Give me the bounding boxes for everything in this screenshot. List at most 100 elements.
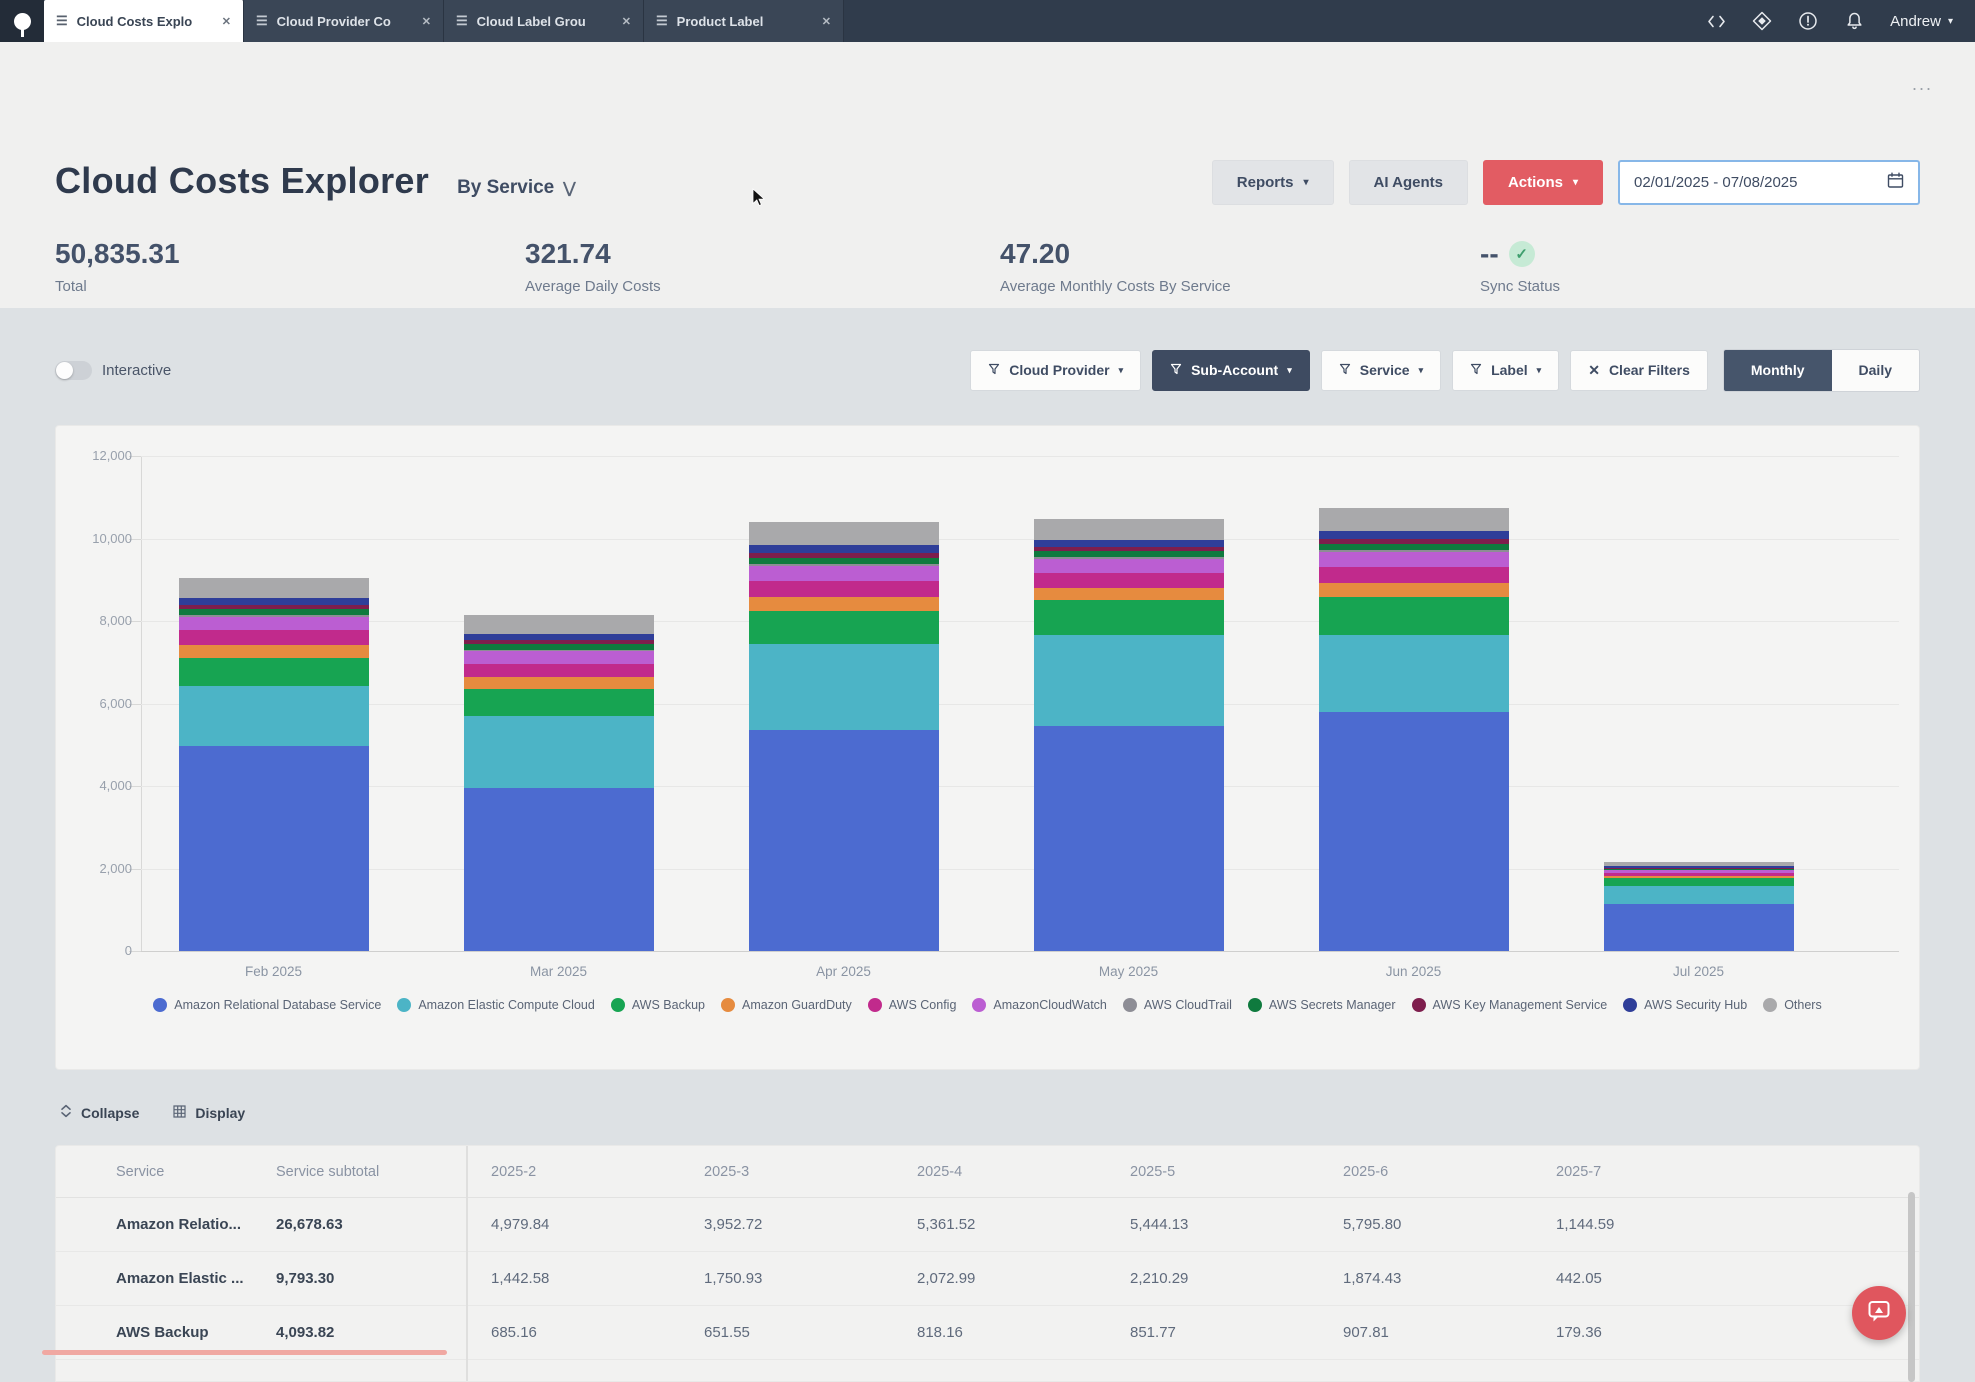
bar-segment-aws-config[interactable] <box>179 630 369 645</box>
bar-segment-others[interactable] <box>179 578 369 598</box>
legend-dot <box>397 998 411 1012</box>
legend-item-amazoncloudwatch[interactable]: AmazonCloudWatch <box>972 998 1106 1012</box>
bar-segment-aws-backup[interactable] <box>1604 878 1794 885</box>
stacked-bar-jul-2025[interactable] <box>1604 862 1794 951</box>
app-logo[interactable] <box>0 0 44 42</box>
bar-segment-amazoncloudwatch[interactable] <box>1034 559 1224 573</box>
legend-item-aws-cloudtrail[interactable]: AWS CloudTrail <box>1123 998 1232 1012</box>
vertical-scrollbar[interactable] <box>1908 1192 1915 1382</box>
bar-segment-aws-security-hub[interactable] <box>749 545 939 553</box>
bar-segment-amazon-elastic-compute-cloud[interactable] <box>1034 635 1224 726</box>
bar-segment-aws-config[interactable] <box>749 581 939 597</box>
bar-segment-amazon-elastic-compute-cloud[interactable] <box>1319 635 1509 712</box>
collapse-button[interactable]: Collapse <box>60 1104 139 1121</box>
legend-item-amazon-relational-database-service[interactable]: Amazon Relational Database Service <box>153 998 381 1012</box>
bar-segment-amazon-guardduty[interactable] <box>1319 583 1509 597</box>
stacked-bar-apr-2025[interactable] <box>749 522 939 951</box>
calendar-icon[interactable] <box>1887 172 1904 194</box>
chat-support-button[interactable] <box>1852 1286 1906 1340</box>
legend-item-aws-security-hub[interactable]: AWS Security Hub <box>1623 998 1747 1012</box>
bar-segment-aws-security-hub[interactable] <box>179 598 369 605</box>
bar-segment-amazon-relational-database-service[interactable] <box>1604 904 1794 951</box>
actions-button[interactable]: Actions ▾ <box>1483 160 1603 205</box>
reports-button[interactable]: Reports ▾ <box>1212 160 1334 205</box>
bar-segment-aws-security-hub[interactable] <box>464 634 654 641</box>
legend-item-aws-config[interactable]: AWS Config <box>868 998 957 1012</box>
close-icon[interactable]: ✕ <box>222 15 231 28</box>
bar-segment-aws-backup[interactable] <box>464 689 654 716</box>
ai-agents-button[interactable]: AI Agents <box>1349 160 1468 205</box>
bell-icon[interactable] <box>1844 11 1864 31</box>
bar-segment-others[interactable] <box>1034 519 1224 540</box>
tab-cloud-provider-co[interactable]: ☰Cloud Provider Co✕ <box>244 0 444 42</box>
toggle-switch[interactable] <box>55 361 92 380</box>
code-icon[interactable] <box>1706 11 1726 31</box>
tab-cloud-costs-explo[interactable]: ☰Cloud Costs Explo✕ <box>44 0 244 42</box>
bar-segment-others[interactable] <box>749 522 939 545</box>
close-icon[interactable]: ✕ <box>622 15 631 28</box>
diamond-icon[interactable] <box>1752 11 1772 31</box>
bar-segment-aws-security-hub[interactable] <box>1319 531 1509 539</box>
stacked-bar-feb-2025[interactable] <box>179 578 369 951</box>
stacked-bar-may-2025[interactable] <box>1034 519 1224 951</box>
horizontal-scrollbar[interactable] <box>42 1350 447 1355</box>
close-icon[interactable]: ✕ <box>822 15 831 28</box>
date-range-input[interactable]: 02/01/2025 - 07/08/2025 <box>1618 160 1920 205</box>
display-button[interactable]: Display <box>173 1105 245 1121</box>
bar-segment-amazoncloudwatch[interactable] <box>464 651 654 663</box>
tab-cloud-label-grou[interactable]: ☰Cloud Label Grou✕ <box>444 0 644 42</box>
bar-segment-amazon-elastic-compute-cloud[interactable] <box>1604 886 1794 904</box>
bar-segment-aws-backup[interactable] <box>749 611 939 645</box>
bar-segment-others[interactable] <box>464 615 654 634</box>
label-filter-button[interactable]: Label▾ <box>1452 350 1559 391</box>
alert-info-icon[interactable] <box>1798 11 1818 31</box>
bar-segment-amazon-elastic-compute-cloud[interactable] <box>179 686 369 746</box>
bar-segment-amazon-guardduty[interactable] <box>179 645 369 658</box>
table-row-amazon-elastic[interactable]: Amazon Elastic ...9,793.301,442.581,750.… <box>56 1252 1919 1306</box>
bar-segment-aws-backup[interactable] <box>1319 597 1509 634</box>
interactive-toggle[interactable]: Interactive <box>55 361 171 380</box>
bar-segment-amazon-relational-database-service[interactable] <box>1319 712 1509 951</box>
tab-product-label[interactable]: ☰Product Label✕ <box>644 0 844 42</box>
table-row-amazon-relatio[interactable]: Amazon Relatio...26,678.634,979.843,952.… <box>56 1198 1919 1252</box>
daily-tab[interactable]: Daily <box>1832 350 1919 391</box>
service-filter-button[interactable]: Service▾ <box>1321 350 1441 391</box>
bar-segment-aws-backup[interactable] <box>179 658 369 686</box>
bar-segment-amazon-relational-database-service[interactable] <box>179 746 369 951</box>
bar-segment-amazon-relational-database-service[interactable] <box>464 788 654 951</box>
cloud-provider-filter-button[interactable]: Cloud Provider▾ <box>970 350 1141 391</box>
close-icon[interactable]: ✕ <box>422 15 431 28</box>
user-menu[interactable]: Andrew ▾ <box>1890 13 1953 30</box>
bar-segment-amazoncloudwatch[interactable] <box>179 617 369 631</box>
bar-segment-others[interactable] <box>1319 508 1509 531</box>
legend-item-amazon-elastic-compute-cloud[interactable]: Amazon Elastic Compute Cloud <box>397 998 594 1012</box>
bar-segment-aws-security-hub[interactable] <box>1034 540 1224 547</box>
bar-segment-amazon-relational-database-service[interactable] <box>749 730 939 951</box>
bar-group-mar-2025 <box>416 456 701 951</box>
bar-segment-amazon-relational-database-service[interactable] <box>1034 726 1224 951</box>
month-cost-cell: 3,952.72 <box>704 1216 917 1233</box>
sub-account-filter-button[interactable]: Sub-Account▾ <box>1152 350 1310 391</box>
clear-filters-filter-button[interactable]: ✕Clear Filters <box>1570 350 1708 391</box>
legend-item-others[interactable]: Others <box>1763 998 1822 1012</box>
bar-segment-aws-config[interactable] <box>464 664 654 678</box>
legend-item-aws-secrets-manager[interactable]: AWS Secrets Manager <box>1248 998 1396 1012</box>
bar-segment-amazoncloudwatch[interactable] <box>1319 552 1509 567</box>
monthly-tab[interactable]: Monthly <box>1724 350 1832 391</box>
legend-item-aws-backup[interactable]: AWS Backup <box>611 998 705 1012</box>
bar-segment-aws-backup[interactable] <box>1034 600 1224 635</box>
bar-segment-amazoncloudwatch[interactable] <box>749 566 939 581</box>
bar-segment-aws-config[interactable] <box>1034 573 1224 588</box>
view-selector-dropdown[interactable]: By Service ⋁ <box>457 177 576 199</box>
bar-segment-amazon-elastic-compute-cloud[interactable] <box>464 716 654 788</box>
bar-segment-aws-config[interactable] <box>1319 567 1509 583</box>
bar-segment-amazon-guardduty[interactable] <box>464 677 654 689</box>
legend-item-amazon-guardduty[interactable]: Amazon GuardDuty <box>721 998 852 1012</box>
stacked-bar-mar-2025[interactable] <box>464 615 654 951</box>
bar-segment-amazon-guardduty[interactable] <box>1034 588 1224 601</box>
bar-segment-amazon-guardduty[interactable] <box>749 597 939 611</box>
bar-segment-amazon-elastic-compute-cloud[interactable] <box>749 644 939 730</box>
legend-item-aws-key-management-service[interactable]: AWS Key Management Service <box>1412 998 1608 1012</box>
overflow-menu-icon[interactable]: ... <box>1912 74 1933 95</box>
stacked-bar-jun-2025[interactable] <box>1319 508 1509 951</box>
